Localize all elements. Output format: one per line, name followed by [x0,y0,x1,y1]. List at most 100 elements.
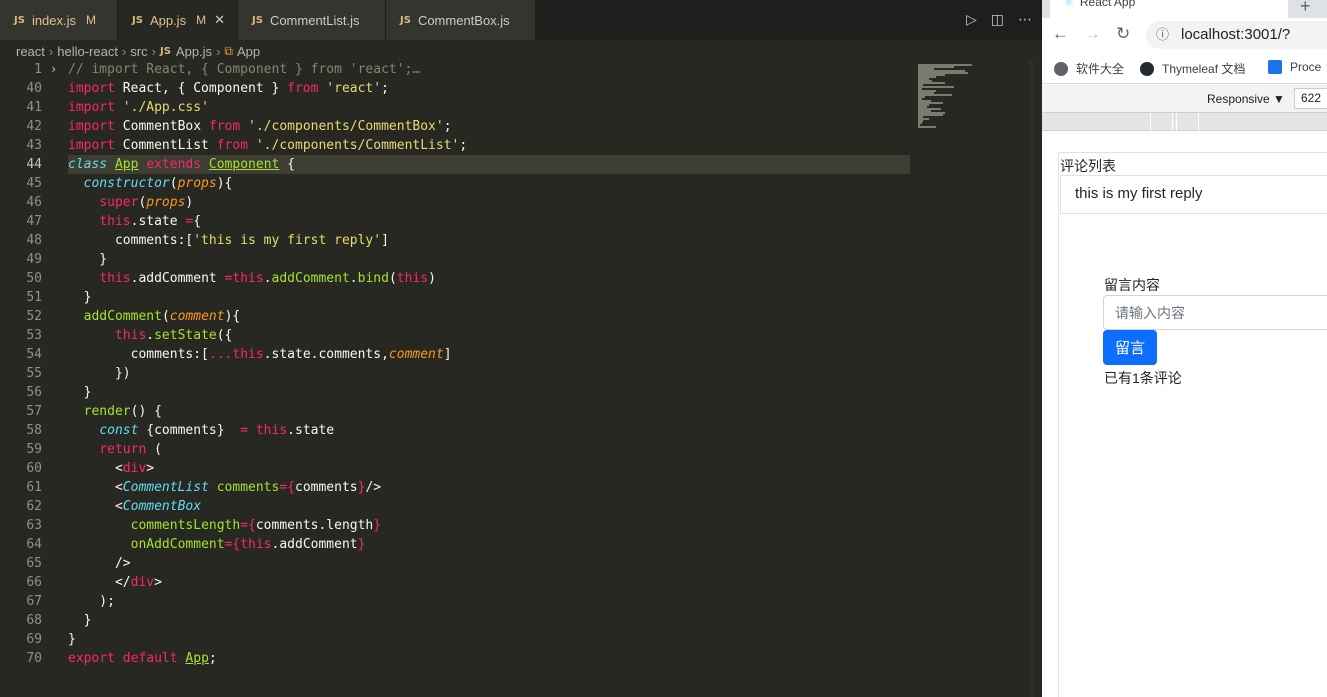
minimap-line [918,86,954,88]
fold-chevron-icon[interactable]: › [50,60,57,79]
code-line[interactable]: 63 commentsLength={comments.length} [0,516,912,535]
line-number: 70 [26,651,42,666]
code-text: onAddComment={this.addComment} [130,537,366,552]
comment-count: 已有1条评论 [1104,370,1182,386]
editor-actions: ▷ ◫ ⋯ [966,0,1032,40]
code-line[interactable]: 43 import CommentList from './components/… [0,136,912,155]
media-query-ruler [1042,113,1327,131]
split-editor-icon[interactable]: ◫ [991,12,1004,28]
code-line[interactable]: 67 ); [0,592,912,611]
info-icon[interactable]: ⓘ [1156,21,1169,49]
breadcrumb-item[interactable]: src [130,44,147,59]
code-text: constructor(props){ [83,176,233,191]
line-number: 59 [26,442,42,457]
tab-label: App.js [149,12,187,28]
modified-flag: M [86,13,97,27]
code-line[interactable]: 53 this.setState({ [0,326,912,345]
code-line[interactable]: 1 › // import React, { Component } from 'r… [0,60,912,79]
code-line[interactable]: 60 <div> [0,459,912,478]
reload-icon[interactable]: ↻ [1116,24,1130,44]
code-text: super(props) [99,195,194,210]
code-text: this.addComment =this.addComment.bind(th… [99,271,436,286]
line-number: 62 [26,499,42,514]
code-line[interactable]: 68 } [0,611,912,630]
breadcrumb-item[interactable]: App [237,44,260,59]
code-line[interactable]: 46 super(props) [0,193,912,212]
code-line[interactable]: 59 return ( [0,440,912,459]
bookmark-label: Proce [1290,60,1322,74]
code-line[interactable]: 41 import './App.css' [0,98,912,117]
code-line[interactable]: 42 import CommentBox from './components/C… [0,117,912,136]
new-tab-icon[interactable]: + [1300,0,1311,17]
code-line[interactable]: 51 } [0,288,912,307]
vertical-scrollbar[interactable] [1029,60,1033,697]
close-icon[interactable]: ✕ [214,12,225,28]
browser-window: ⚛ React App + ← → ↻ ⓘ localhost:3001/? 软件… [1042,0,1327,697]
code-line[interactable]: 56 } [0,383,912,402]
code-line[interactable]: 57 render() { [0,402,912,421]
bookmark-item[interactable]: Proce [1268,60,1321,74]
code-line[interactable]: 45 constructor(props){ [0,174,912,193]
code-line[interactable]: 64 onAddComment={this.addComment} [0,535,912,554]
minimap[interactable] [912,60,1030,697]
breadcrumb-item[interactable]: hello-react [57,44,118,59]
code-line[interactable]: 47 this.state ={ [0,212,912,231]
code-line[interactable]: 52 addComment(comment){ [0,307,912,326]
forward-icon[interactable]: → [1084,24,1101,44]
line-number: 40 [26,81,42,96]
code-line[interactable]: 50 this.addComment =this.addComment.bind… [0,269,912,288]
line-number: 51 [26,290,42,305]
comment-input-label: 留言内容 [1104,277,1160,293]
more-actions-icon[interactable]: ⋯ [1018,12,1032,28]
code-line[interactable]: 69} [0,630,912,649]
code-line[interactable]: 61 <CommentList comments={comments}/> [0,478,912,497]
code-text: import './App.css' [68,100,209,115]
code-line[interactable]: 62 <CommentBox [0,497,912,516]
bookmark-item[interactable]: 软件大全 [1054,60,1124,77]
line-number: 68 [26,613,42,628]
code-text: } [68,385,92,400]
breadcrumb-item[interactable]: App.js [176,44,212,59]
breadcrumb-item[interactable]: react [16,44,45,59]
line-number: 42 [26,119,42,134]
code-line[interactable]: 54 comments:[...this.state.comments,comm… [0,345,912,364]
tab-label: CommentList.js [269,12,360,28]
code-area[interactable]: 1 › // import React, { Component } from 'r… [0,60,912,697]
tab-commentbox-js[interactable]: JS CommentBox.js [386,0,536,40]
submit-comment-button[interactable]: 留言 [1103,330,1157,365]
code-line[interactable]: 49 } [0,250,912,269]
line-number: 63 [26,518,42,533]
page-viewport: 评论列表 this is my first reply 留言内容 留言 已有1条… [1058,152,1327,697]
tab-index-js[interactable]: JS index.js M [0,0,118,40]
browser-tab[interactable]: ⚛ React App [1050,0,1288,18]
comment-input[interactable] [1103,295,1327,330]
run-icon[interactable]: ▷ [966,12,977,28]
js-file-icon: JS [252,14,263,26]
ruler-divider [1172,113,1173,131]
line-number: 69 [26,632,42,647]
device-mode-select[interactable]: Responsive ▼ [1207,92,1285,106]
code-line[interactable]: 55 }) [0,364,912,383]
code-line[interactable]: 66 </div> [0,573,912,592]
bookmarks-bar: 软件大全 Thymeleaf 文档 Proce [1042,52,1327,84]
line-number: 60 [26,461,42,476]
code-text: const {comments} = this.state [99,423,335,438]
code-line[interactable]: 48 comments:['this is my first reply'] [0,231,912,250]
code-line[interactable]: 40 import React, { Component } from 'reac… [0,79,912,98]
address-bar[interactable]: ⓘ localhost:3001/? [1146,21,1327,49]
bookmark-item[interactable]: Thymeleaf 文档 [1140,60,1245,77]
code-line[interactable]: 58 const {comments} = this.state [0,421,912,440]
code-line[interactable]: 70 export default App; [0,649,912,668]
code-line[interactable]: 44 class App extends Component { [0,155,912,174]
width-input[interactable]: 622 [1294,88,1327,109]
tab-app-js[interactable]: JS App.js M ✕ [118,0,238,40]
code-line[interactable]: 65 /> [0,554,912,573]
code-text: comments:[...this.state.comments,comment… [68,347,452,362]
tab-commentlist-js[interactable]: JS CommentList.js [238,0,386,40]
js-file-icon: JS [132,14,143,26]
device-toolbar: Responsive ▼ 622 [1042,85,1327,113]
back-icon[interactable]: ← [1052,24,1069,44]
ruler-divider [1198,113,1199,131]
code-text: export default App; [68,651,217,666]
browser-tab-title: React App [1079,0,1136,9]
